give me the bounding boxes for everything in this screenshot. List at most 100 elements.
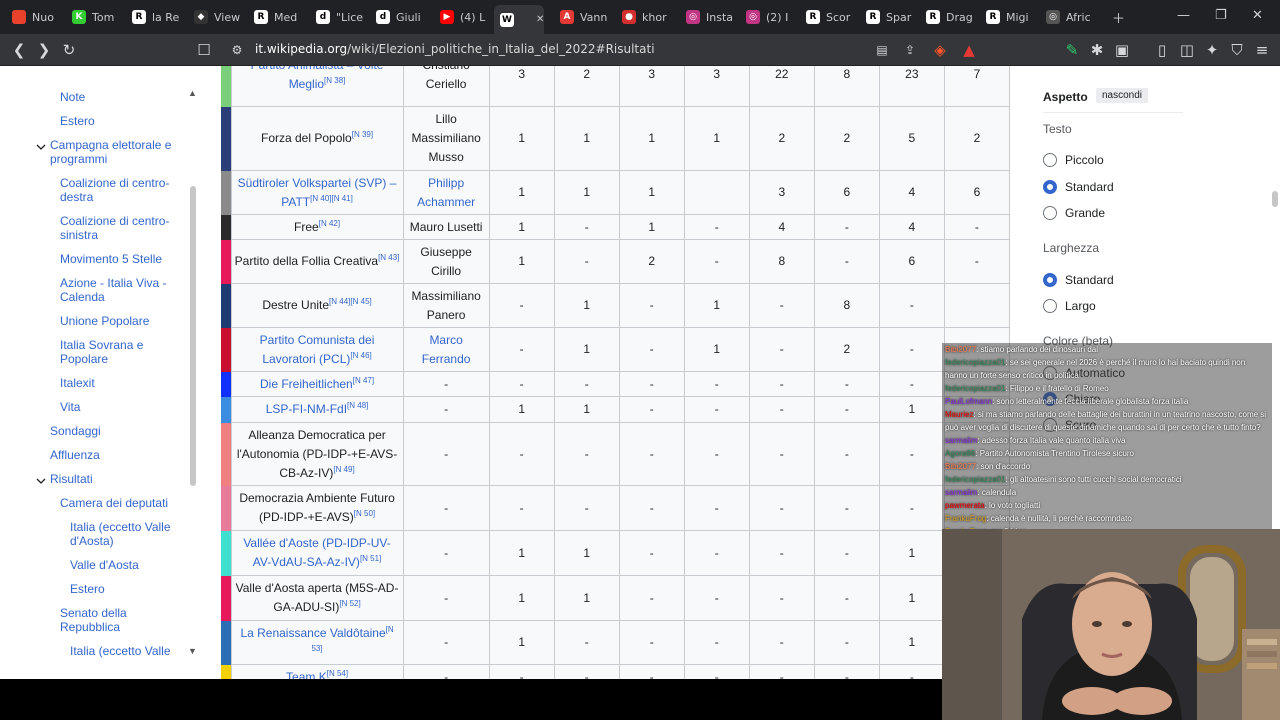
footnote-ref[interactable]: [N 43] [378,253,399,262]
party-name[interactable]: Partito Comunista dei Lavoratori (PCL) [260,333,375,366]
toc-link[interactable]: Risultati [50,472,180,486]
party-cell[interactable]: Team K[N 54] [230,664,404,680]
browser-tab[interactable]: ◎ Insta [686,5,742,29]
toc-link[interactable]: Camera dei deputati [60,496,180,510]
browser-tab[interactable]: ● khor [622,5,678,29]
brave-shield-icon[interactable]: ◈ [931,41,949,59]
party-name[interactable]: Team K [286,670,327,680]
browser-tab[interactable]: R Spar [866,5,922,29]
party-name[interactable]: Vallée d'Aoste (PD-IDP-UV-AV-VdAU-SA-Az-… [243,536,390,569]
toc-link[interactable]: Sondaggi [50,424,180,438]
menu-icon[interactable]: ≡ [1253,41,1271,59]
party-cell[interactable]: Die Freiheitlichen[N 47] [230,371,404,397]
footnote-ref[interactable]: [N 47] [353,376,374,385]
browser-tab[interactable]: ▶ (4) L [440,5,496,29]
extension-pen-icon[interactable]: ✎ [1063,41,1081,59]
toc-link[interactable]: Campagna elettorale e programmi [50,138,180,166]
party-cell[interactable]: Südtiroler Volkspartei (SVP) – PATT[N 40… [230,170,404,215]
toc-link[interactable]: Italia (eccetto Valle d'Aosta) [70,520,180,548]
party-name[interactable]: La Renaissance Valdôtaine [240,626,385,640]
footnote-ref[interactable]: [N 51] [360,554,381,563]
browser-tab[interactable]: R Med [254,5,310,29]
footnote-ref[interactable]: [N 49] [333,465,354,474]
sidebar-icon[interactable]: ▯ [1153,41,1171,59]
new-tab-icon[interactable]: ＋ [1112,8,1125,27]
browser-tab[interactable]: d "Lice [316,5,372,29]
browser-tab[interactable]: W ✕ [494,5,544,34]
toc-link[interactable]: Note [60,90,180,104]
reload-icon[interactable]: ↻ [60,41,78,59]
browser-tab[interactable]: ◆ View [194,5,250,29]
browser-tab[interactable]: K Tom [72,5,128,29]
browser-tab[interactable]: ◎ (2) I [746,5,802,29]
extensions-icon[interactable]: ✱ [1088,41,1106,59]
toc-link[interactable]: Azione - Italia Viva - Calenda [60,276,180,304]
radio-button[interactable] [1043,299,1057,313]
toc-link[interactable]: Coalizione di centro-sinistra [60,214,180,242]
toc-scroll-down-icon[interactable]: ▼ [188,646,197,656]
address-bar[interactable]: it.wikipedia.org/wiki/Elezioni_politiche… [255,42,655,56]
browser-tab[interactable]: R Drag [926,5,982,29]
toc-link[interactable]: Affluenza [50,448,180,462]
browser-tab[interactable]: Rla Re [132,5,188,29]
browser-tab[interactable]: R Migi [986,5,1042,29]
back-icon[interactable]: ❮ [10,41,28,59]
vpn-icon[interactable]: ⛉ [1228,41,1246,59]
radio-label[interactable]: Standard [1065,273,1114,287]
toc-link[interactable]: Italexit [60,376,180,390]
party-cell[interactable]: Partito Comunista dei Lavoratori (PCL)[N… [230,327,404,372]
toc-link[interactable]: Senato della Repubblica [60,606,180,634]
collapse-chevron-icon[interactable] [36,473,46,484]
toc-link[interactable]: Italia Sovrana e Popolare [60,338,180,366]
close-tab-icon[interactable]: ✕ [536,14,544,25]
party-cell[interactable]: Vallée d'Aoste (PD-IDP-UV-AV-VdAU-SA-Az-… [230,530,404,576]
toc-link[interactable]: Italia (eccetto Valle [70,644,180,658]
share-icon[interactable]: ⇪ [901,41,919,59]
toc-link[interactable]: Unione Popolare [60,314,180,328]
footnote-ref[interactable]: [N 50] [354,509,375,518]
radio-button[interactable] [1043,180,1057,194]
browser-tab[interactable]: R Scor [806,5,862,29]
toc-link[interactable]: Valle d'Aosta [70,558,180,572]
radio-label[interactable]: Standard [1065,180,1114,194]
footnote-ref[interactable]: [N 44][N 45] [329,297,372,306]
collapse-chevron-icon[interactable] [36,139,46,150]
leader-cell[interactable]: Marco Ferrando [402,327,490,372]
toc-link[interactable]: Estero [60,114,180,128]
maximize-icon[interactable]: ❐ [1215,8,1227,23]
browser-tab[interactable]: ◎ Afric [1046,5,1102,29]
footnote-ref[interactable]: [N 54] [327,669,348,678]
party-cell[interactable]: La Renaissance Valdôtaine[N 53] [230,620,404,665]
party-name[interactable]: Die Freiheitlichen [260,377,353,391]
radio-button[interactable] [1043,273,1057,287]
footnote-ref[interactable]: [N 48] [347,401,368,410]
footnote-ref[interactable]: [N 42] [319,219,340,228]
panel-scrollbar[interactable] [1272,191,1278,207]
minimize-icon[interactable]: — [1177,8,1190,23]
radio-button[interactable] [1043,153,1057,167]
bookmark-icon[interactable]: ☐ [195,41,213,59]
radio-label[interactable]: Grande [1065,206,1105,220]
wallet-icon[interactable]: ◫ [1178,41,1196,59]
party-name[interactable]: LSP-FI-NM-FdI [266,402,347,416]
toc-link[interactable]: Estero [70,582,180,596]
leader-cell[interactable]: Philipp Achammer [402,170,490,215]
party-name[interactable]: Südtiroler Volkspartei (SVP) – PATT [238,176,397,209]
party-cell[interactable]: Partito Animalista – Volte Meglio[N 38] [230,66,404,107]
radio-label[interactable]: Piccolo [1065,153,1104,167]
party-name[interactable]: Partito Animalista – Volte Meglio [251,66,384,91]
leo-icon[interactable]: ✦ [1203,41,1221,59]
toc-link[interactable]: Movimento 5 Stelle [60,252,180,266]
screenshot-icon[interactable]: ▣ [1113,41,1131,59]
footnote-ref[interactable]: [N 38] [324,76,345,85]
toc-scroll-up-icon[interactable]: ▲ [188,88,197,98]
footnote-ref[interactable]: [N 39] [352,130,373,139]
footnote-ref[interactable]: [N 40][N 41] [310,194,353,203]
party-cell[interactable]: LSP-FI-NM-FdI[N 48] [230,396,404,423]
footnote-ref[interactable]: [N 52] [339,599,360,608]
toc-scrollbar[interactable] [190,186,196,486]
toc-link[interactable]: Vita [60,400,180,414]
reader-icon[interactable]: ▤ [873,41,891,59]
close-window-icon[interactable]: ✕ [1252,8,1263,23]
browser-tab[interactable]: d Giuli [376,5,432,29]
